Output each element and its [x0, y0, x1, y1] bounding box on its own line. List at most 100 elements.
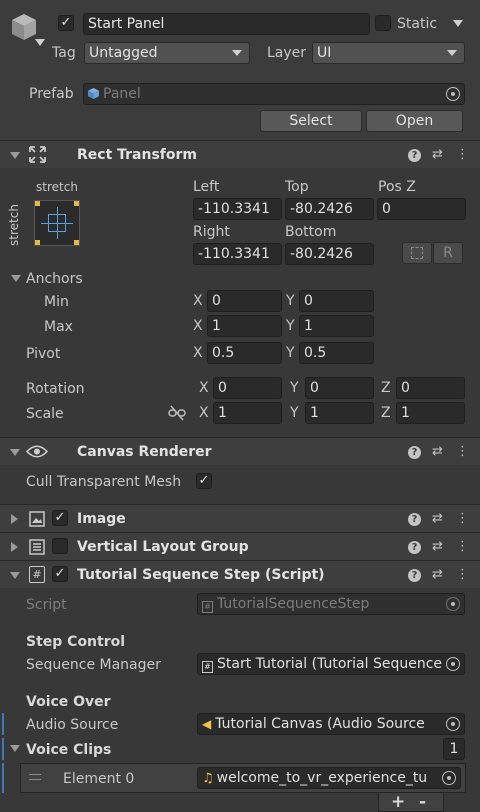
static-checkbox[interactable] — [375, 15, 391, 31]
object-picker-icon[interactable] — [446, 657, 460, 671]
kebab-menu-icon[interactable]: ⋮ — [456, 443, 469, 461]
left-label: Left — [193, 179, 220, 195]
tutorial-step-enabled-checkbox[interactable]: ✓ — [52, 566, 68, 582]
pivot-y-input[interactable]: 0.5 — [299, 342, 374, 364]
right-input[interactable]: -110.3341 — [193, 243, 282, 265]
bottom-input[interactable]: -80.2426 — [285, 243, 374, 265]
gameobject-active-checkbox[interactable]: ✓ — [58, 15, 74, 31]
pivot-x-input[interactable]: 0.5 — [207, 342, 282, 364]
rect-transform-title: Rect Transform — [77, 147, 198, 163]
stretch-side-label: stretch — [6, 204, 21, 246]
presets-icon[interactable]: ⇄ — [432, 538, 443, 556]
sequence-manager-label: Sequence Manager — [26, 657, 161, 673]
presets-icon[interactable]: ⇄ — [432, 146, 443, 164]
kebab-menu-icon[interactable]: ⋮ — [456, 538, 469, 556]
object-picker-icon[interactable] — [442, 771, 456, 785]
prefab-value: Panel — [103, 86, 141, 102]
top-input[interactable]: -80.2426 — [285, 198, 374, 220]
rotation-z-input[interactable]: 0 — [396, 377, 465, 399]
scale-x-input[interactable]: 1 — [213, 402, 282, 424]
foldout-arrow-icon[interactable] — [10, 152, 20, 159]
help-icon[interactable]: ? — [408, 569, 421, 582]
presets-icon[interactable]: ⇄ — [432, 566, 443, 584]
image-enabled-checkbox[interactable]: ✓ — [52, 510, 68, 526]
canvas-renderer-header[interactable]: Canvas Renderer ? ⇄ ⋮ — [0, 437, 480, 465]
chevron-down-icon — [232, 50, 242, 56]
rotation-x-input[interactable]: 0 — [213, 377, 282, 399]
vertical-layout-group-header[interactable]: Vertical Layout Group ? ⇄ ⋮ — [0, 532, 480, 560]
voice-clips-foldout-icon[interactable] — [10, 745, 20, 752]
voice-clips-label: Voice Clips — [26, 742, 112, 758]
pivot-x-axis: X — [193, 345, 203, 361]
add-element-button[interactable]: + — [391, 792, 405, 812]
layer-dropdown[interactable]: UI — [312, 42, 465, 64]
voice-clips-count-input[interactable]: 1 — [443, 738, 465, 760]
tag-dropdown[interactable]: Untagged — [84, 42, 250, 64]
help-icon[interactable]: ? — [408, 149, 421, 162]
step-control-header: Step Control — [26, 634, 126, 650]
object-picker-icon[interactable] — [446, 87, 460, 101]
help-icon[interactable]: ? — [408, 446, 421, 459]
remove-element-button[interactable]: - — [419, 792, 426, 812]
foldout-arrow-icon[interactable] — [11, 514, 18, 524]
anchor-max-x-input[interactable]: 1 — [207, 315, 282, 337]
anchor-min-y-input[interactable]: 0 — [299, 290, 374, 312]
audio-clip-icon: ♫ — [202, 771, 214, 786]
canvas-renderer-title: Canvas Renderer — [77, 444, 212, 460]
tutorial-step-header[interactable]: # ✓ Tutorial Sequence Step (Script) ? ⇄ … — [0, 560, 480, 588]
vertical-layout-enabled-checkbox[interactable] — [52, 538, 68, 554]
kebab-menu-icon[interactable]: ⋮ — [456, 566, 469, 584]
pivot-y-axis: Y — [286, 345, 295, 361]
anchors-foldout-icon[interactable] — [11, 275, 21, 282]
presets-icon[interactable]: ⇄ — [432, 443, 443, 461]
element0-field[interactable]: ♫ welcome_to_vr_experience_tu — [197, 767, 461, 789]
min-label: Min — [44, 294, 69, 310]
right-label: Right — [193, 224, 230, 240]
presets-icon[interactable]: ⇄ — [432, 510, 443, 528]
drag-handle-icon[interactable] — [29, 774, 41, 780]
scale-z-input[interactable]: 1 — [396, 402, 465, 424]
prefab-field[interactable]: Panel — [83, 83, 465, 105]
static-label: Static — [397, 16, 438, 32]
anchor-min-x-input[interactable]: 0 — [207, 290, 282, 312]
foldout-arrow-icon[interactable] — [10, 449, 20, 456]
scale-y-input[interactable]: 1 — [305, 402, 374, 424]
image-title: Image — [77, 511, 126, 527]
raw-edit-button[interactable]: R — [433, 242, 463, 264]
min-x-axis: X — [193, 293, 203, 309]
script-file-icon: # — [202, 601, 213, 613]
rotation-y-axis: Y — [290, 380, 299, 396]
foldout-arrow-icon[interactable] — [11, 542, 18, 552]
sequence-manager-field[interactable]: # Start Tutorial (Tutorial Sequence — [197, 653, 465, 675]
element0-value: welcome_to_vr_experience_tu — [216, 770, 428, 786]
rotation-x-axis: X — [199, 380, 209, 396]
blueprint-mode-button[interactable] — [402, 242, 432, 264]
cull-transparent-mesh-checkbox[interactable]: ✓ — [196, 473, 212, 489]
max-label: Max — [44, 319, 73, 335]
image-icon — [29, 511, 45, 527]
posz-input[interactable]: 0 — [377, 198, 466, 220]
kebab-menu-icon[interactable]: ⋮ — [456, 146, 469, 164]
open-button[interactable]: Open — [366, 110, 463, 132]
anchor-max-y-input[interactable]: 1 — [299, 315, 374, 337]
static-dropdown-arrow-icon[interactable] — [453, 20, 463, 27]
gameobject-name-input[interactable]: Start Panel — [83, 13, 370, 35]
rotation-label: Rotation — [26, 381, 85, 397]
help-icon[interactable]: ? — [408, 513, 421, 526]
constrain-proportions-icon[interactable] — [168, 405, 186, 421]
rotation-y-input[interactable]: 0 — [305, 377, 374, 399]
select-button[interactable]: Select — [260, 110, 362, 132]
kebab-menu-icon[interactable]: ⋮ — [456, 510, 469, 528]
audio-source-field[interactable]: ◀ Tutorial Canvas (Audio Source — [197, 713, 465, 735]
icon-dropdown-arrow-icon[interactable] — [35, 39, 45, 46]
foldout-arrow-icon[interactable] — [10, 572, 20, 579]
anchor-presets-button[interactable] — [34, 200, 80, 246]
cull-transparent-mesh-label: Cull Transparent Mesh — [26, 474, 182, 490]
left-input[interactable]: -110.3341 — [193, 198, 282, 220]
layer-value: UI — [317, 45, 332, 61]
help-icon[interactable]: ? — [408, 541, 421, 554]
rect-transform-header[interactable]: Rect Transform ? ⇄ ⋮ — [0, 140, 480, 168]
image-header[interactable]: ✓ Image ? ⇄ ⋮ — [0, 504, 480, 532]
object-picker-icon[interactable] — [446, 717, 460, 731]
override-indicator — [2, 738, 4, 760]
